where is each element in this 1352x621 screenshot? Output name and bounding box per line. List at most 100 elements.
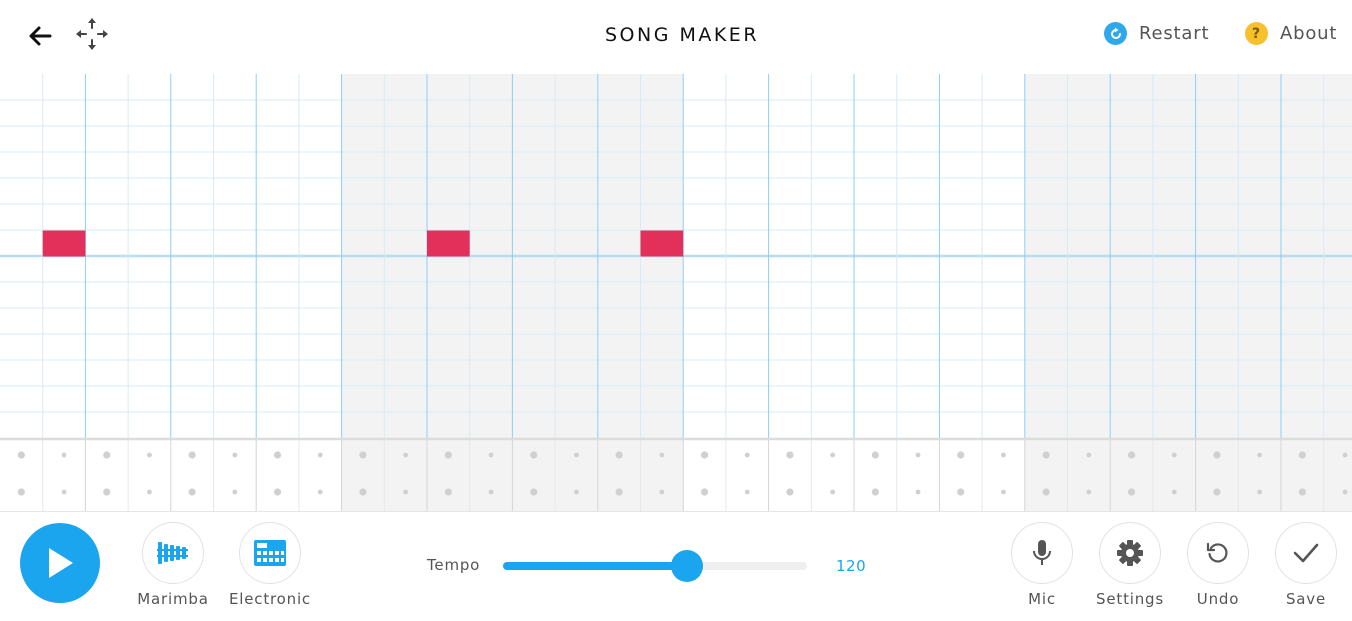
percussion-dot — [1298, 451, 1306, 459]
percussion-dot — [915, 489, 921, 495]
percussion-dot — [786, 451, 794, 459]
percussion-dot — [488, 489, 494, 495]
percussion-dot — [744, 489, 750, 495]
percussion-dot — [1213, 488, 1221, 496]
percussion-dot — [530, 488, 538, 496]
marimba-icon — [157, 542, 188, 564]
drum-machine-icon — [254, 540, 286, 566]
play-button[interactable] — [20, 523, 100, 603]
mic-button[interactable]: Mic — [997, 522, 1087, 608]
percussion-dot — [871, 451, 879, 459]
tempo-label: Tempo — [427, 556, 481, 574]
percussion-dot — [188, 488, 196, 496]
electronic-label: Electronic — [229, 590, 311, 608]
percussion-dot — [1042, 488, 1050, 496]
note-block — [427, 230, 470, 257]
percussion-dot — [1001, 489, 1006, 495]
undo-label: Undo — [1196, 590, 1240, 608]
save-button[interactable]: Save — [1261, 522, 1351, 608]
restart-label: Restart — [1139, 23, 1210, 44]
tempo-slider-fill — [503, 562, 687, 570]
restart-button[interactable]: Restart — [1104, 22, 1209, 45]
marimba-button[interactable]: Marimba — [128, 522, 218, 608]
percussion-dot — [615, 451, 623, 459]
percussion-dot — [530, 451, 538, 459]
percussion-dot — [17, 451, 25, 459]
percussion-dot — [1042, 451, 1050, 459]
percussion-dot — [1257, 489, 1263, 495]
play-icon — [49, 548, 73, 578]
note-grid-canvas[interactable] — [0, 74, 1352, 511]
percussion-dot — [1171, 452, 1177, 458]
marimba-label: Marimba — [137, 590, 209, 608]
about-button[interactable]: ? About — [1245, 22, 1337, 45]
header: SONG MAKER Restart ? About — [0, 0, 1352, 74]
percussion-dot — [273, 451, 282, 459]
undo-button[interactable]: Undo — [1173, 522, 1263, 608]
percussion-dot — [574, 489, 579, 495]
percussion-dot — [61, 452, 67, 458]
percussion-dot — [915, 452, 921, 458]
note-block — [42, 230, 86, 257]
bottom-toolbar: Marimba Electronic Tempo 120 Mic Setting… — [0, 511, 1352, 621]
percussion-dot — [786, 488, 794, 496]
percussion-dot — [188, 451, 196, 459]
save-label: Save — [1285, 590, 1327, 608]
percussion-dot — [1127, 451, 1136, 459]
percussion-dot — [1001, 452, 1006, 458]
bar-background — [1024, 74, 1352, 511]
percussion-dot — [147, 489, 152, 495]
percussion-dot — [317, 489, 323, 495]
percussion-dot — [871, 488, 879, 496]
tempo-slider-thumb[interactable] — [670, 550, 703, 582]
percussion-dot — [1086, 452, 1092, 458]
percussion-dot — [488, 452, 494, 458]
percussion-dot — [830, 489, 836, 495]
percussion-dot — [147, 452, 152, 458]
percussion-dot — [1342, 489, 1348, 495]
undo-icon — [1206, 542, 1228, 563]
percussion-dot — [1342, 452, 1348, 458]
percussion-dot — [1298, 488, 1306, 496]
percussion-dot — [1257, 452, 1263, 458]
percussion-dot — [744, 452, 750, 458]
percussion-dot — [444, 451, 452, 459]
note-block — [640, 230, 684, 257]
tempo-slider[interactable] — [503, 550, 807, 582]
percussion-dot — [659, 489, 665, 495]
note-grid[interactable] — [0, 74, 1352, 511]
percussion-dot — [359, 451, 367, 459]
percussion-dot — [403, 452, 409, 458]
percussion-dot — [957, 488, 965, 496]
percussion-dot — [273, 488, 282, 496]
check-icon — [1293, 543, 1319, 563]
percussion-dot — [103, 451, 111, 459]
percussion-dot — [1086, 489, 1092, 495]
microphone-icon — [1033, 540, 1051, 565]
percussion-dot — [359, 488, 367, 496]
percussion-dot — [1171, 489, 1177, 495]
percussion-dot — [1127, 488, 1136, 496]
tempo-value: 120 — [836, 557, 867, 575]
percussion-dot — [444, 488, 452, 496]
percussion-dot — [957, 451, 965, 459]
percussion-dot — [232, 489, 238, 495]
percussion-dot — [700, 451, 709, 459]
settings-button[interactable]: Settings — [1085, 522, 1175, 608]
about-label: About — [1280, 23, 1338, 44]
percussion-dot — [232, 452, 238, 458]
percussion-dot — [574, 452, 579, 458]
percussion-dot — [103, 488, 111, 496]
percussion-dot — [17, 488, 25, 496]
mic-label: Mic — [1028, 590, 1056, 608]
gear-icon — [1117, 540, 1143, 566]
percussion-dot — [403, 489, 409, 495]
percussion-dot — [659, 452, 665, 458]
percussion-dot — [615, 488, 623, 496]
question-icon: ? — [1245, 22, 1268, 45]
percussion-dot — [61, 489, 67, 495]
restart-icon — [1104, 22, 1127, 45]
settings-label: Settings — [1096, 590, 1164, 608]
electronic-button[interactable]: Electronic — [225, 522, 315, 608]
percussion-dot — [700, 488, 709, 496]
